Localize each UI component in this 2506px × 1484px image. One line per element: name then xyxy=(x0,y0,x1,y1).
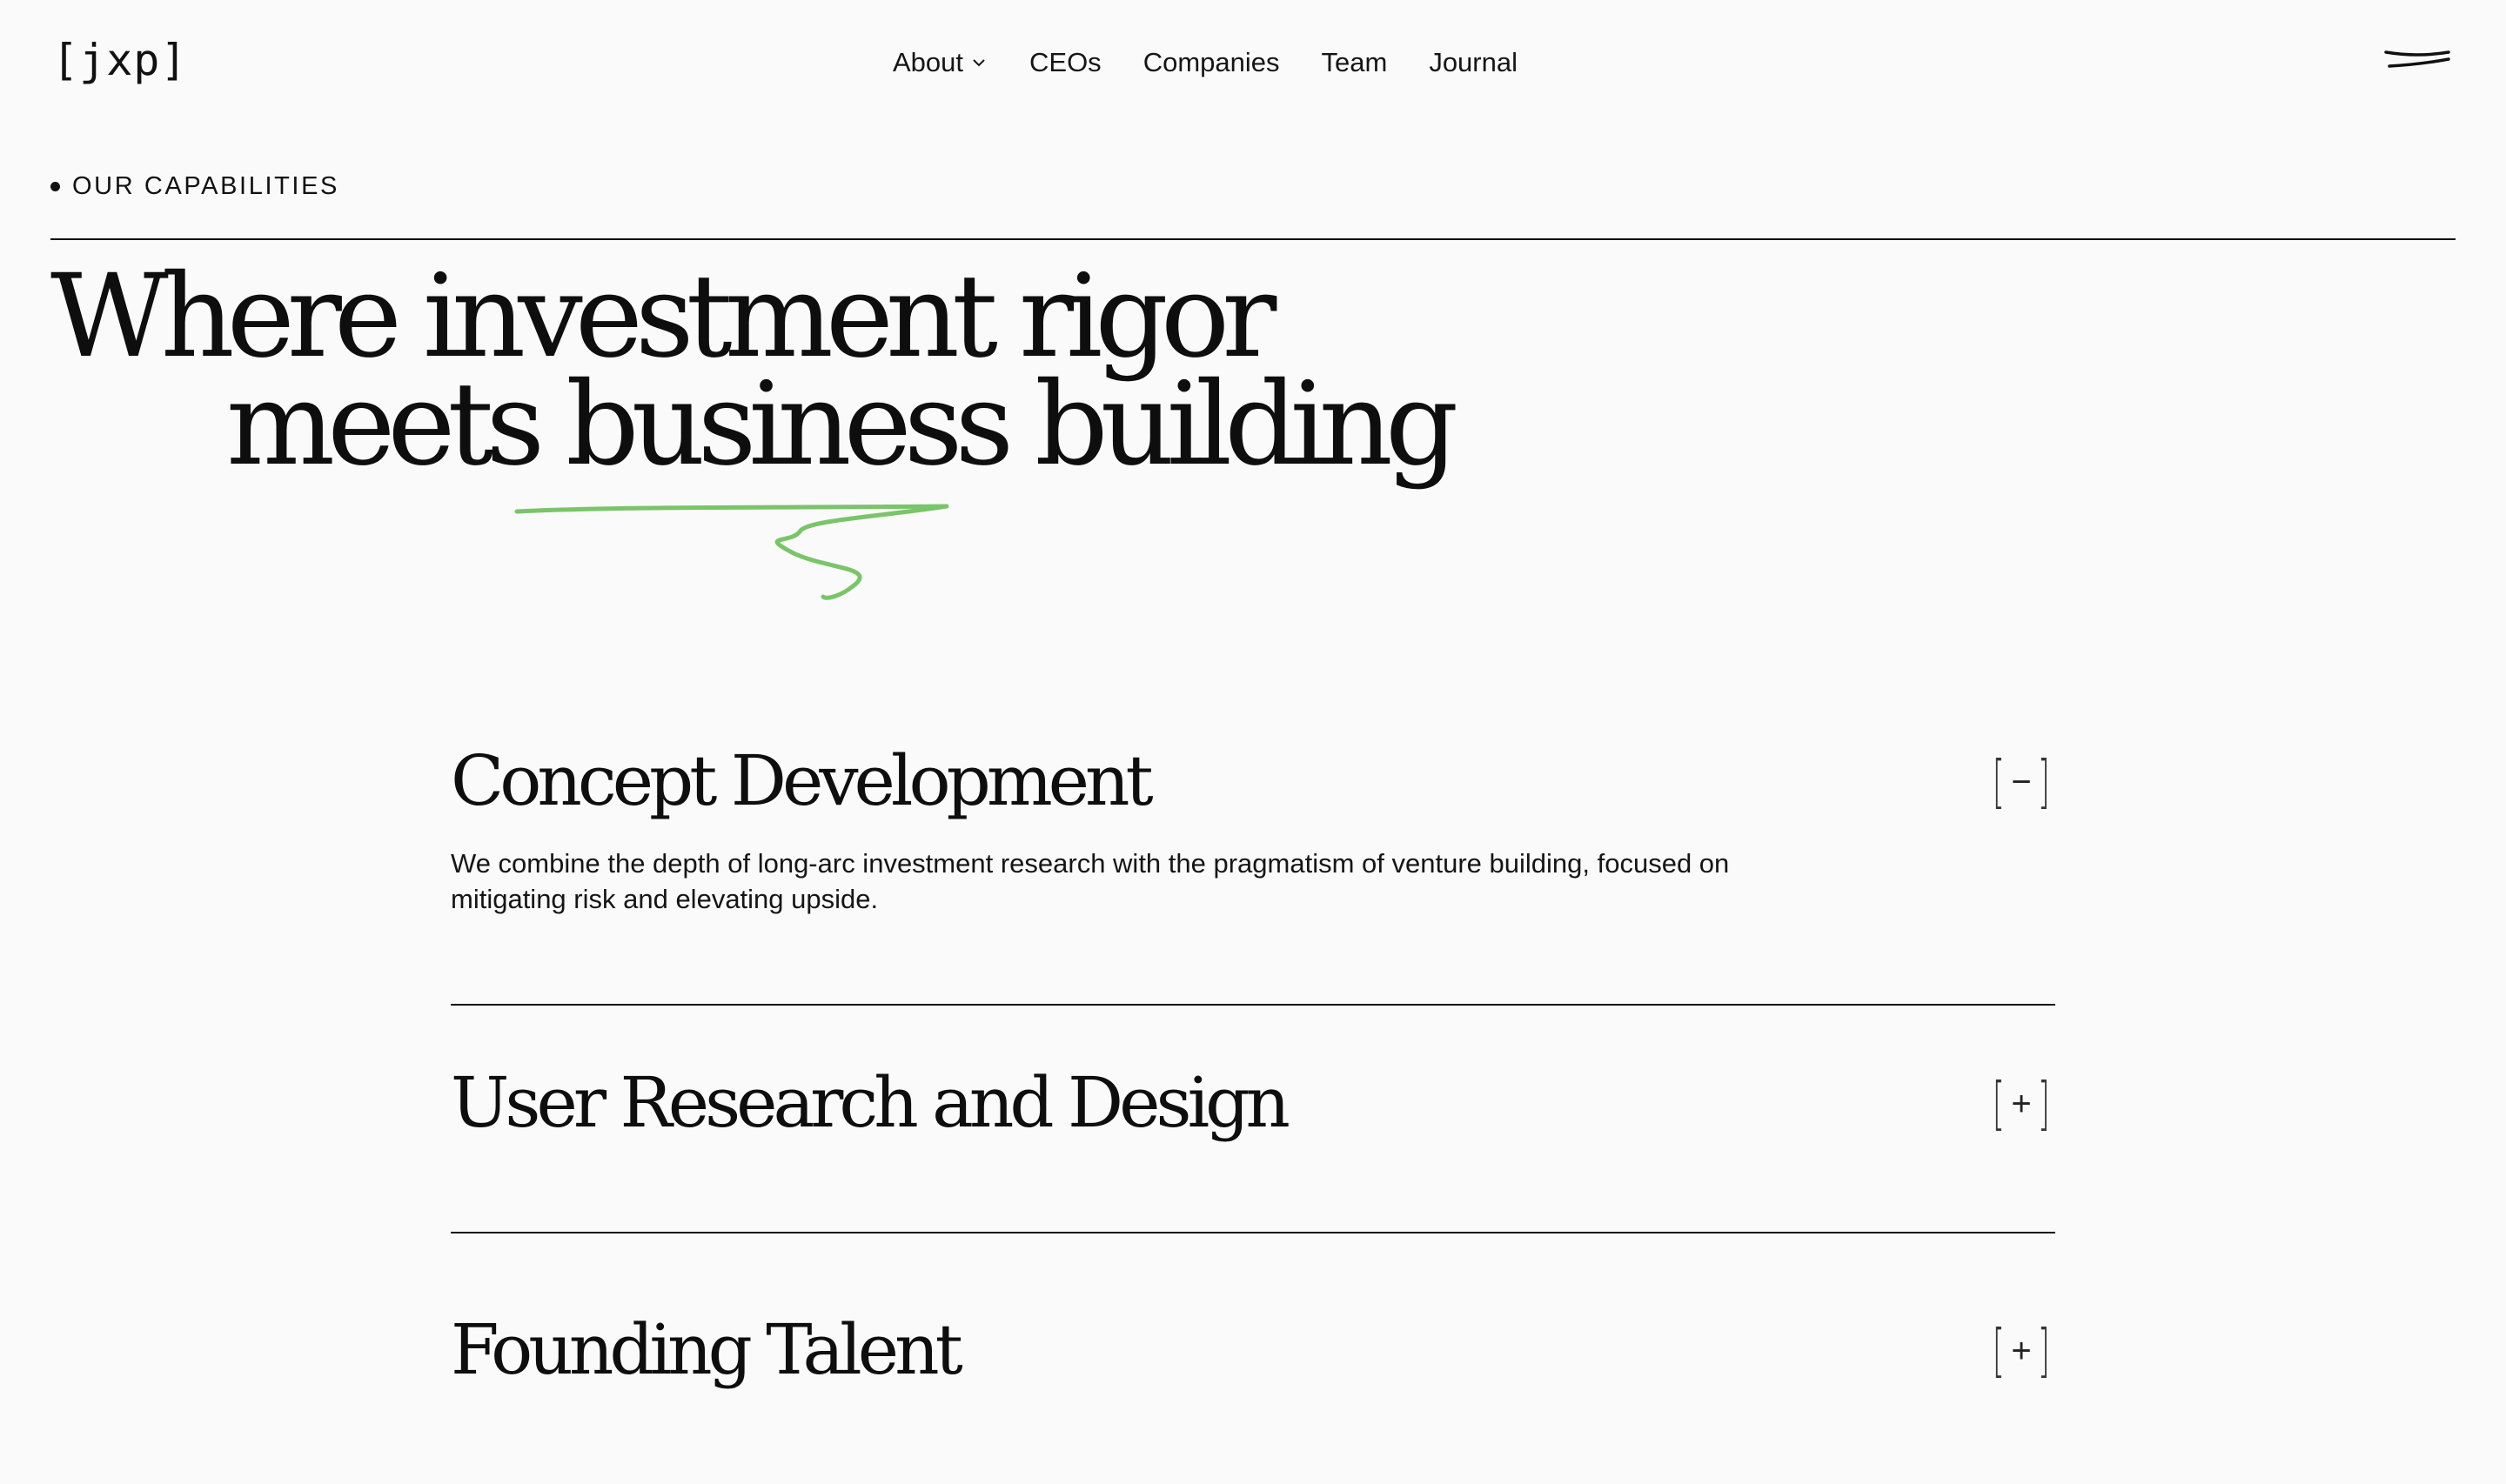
section-label-text: OUR CAPABILITIES xyxy=(72,172,339,200)
bracket-open: [ xyxy=(1992,1317,2005,1384)
nav-item-label: About xyxy=(892,47,963,77)
headline-line-1: Where investment rigor xyxy=(50,250,1276,384)
main-nav: About CEOs Companies Team Journal xyxy=(0,38,2506,87)
accordion-title[interactable]: User Research and Design xyxy=(451,1061,1290,1145)
accordion-item-concept-development: Concept Development [ − ] We combine the… xyxy=(451,713,2055,1006)
accordion-header: User Research and Design [ + ] xyxy=(451,1061,2055,1166)
bracket-open: [ xyxy=(1992,748,2005,815)
headline-line-2: meets business building xyxy=(226,358,1458,491)
nav-item-companies[interactable]: Companies xyxy=(1143,38,1280,87)
accordion-title[interactable]: Founding Talent xyxy=(451,1308,963,1392)
nav-item-team[interactable]: Team xyxy=(1322,38,1388,87)
bracket-close: ] xyxy=(2038,1317,2051,1384)
accordion-header: Founding Talent [ + ] xyxy=(451,1308,2055,1414)
capabilities-accordion: Concept Development [ − ] We combine the… xyxy=(451,713,2055,1484)
nav-item-ceos[interactable]: CEOs xyxy=(1029,38,1102,87)
accordion-item-founding-talent: Founding Talent [ + ] xyxy=(451,1233,2055,1484)
nav-item-about[interactable]: About xyxy=(893,38,988,87)
chevron-down-icon xyxy=(973,59,985,67)
accordion-item-user-research-and-design: User Research and Design [ + ] xyxy=(451,1006,2055,1233)
accordion-title[interactable]: Concept Development xyxy=(451,739,1154,823)
bracket-close: ] xyxy=(2038,748,2051,815)
nav-item-label: CEOs xyxy=(1029,47,1102,77)
nav-item-journal[interactable]: Journal xyxy=(1429,38,1518,87)
menu-lines-icon[interactable] xyxy=(2382,45,2452,77)
section-label: OUR CAPABILITIES xyxy=(50,172,339,201)
expand-toggle-button[interactable]: [ + ] xyxy=(1987,1073,2055,1134)
nav-item-label: Journal xyxy=(1429,47,1518,77)
bracket-open: [ xyxy=(1992,1070,2005,1137)
site-header: [jxp] About CEOs Companies Team Journal xyxy=(0,0,2506,122)
green-squiggle-underline xyxy=(514,504,949,600)
expand-toggle-button[interactable]: [ + ] xyxy=(1987,1320,2055,1381)
divider xyxy=(50,238,2456,240)
nav-item-label: Companies xyxy=(1142,47,1280,77)
plus-icon: + xyxy=(2011,1085,2032,1123)
bullet-dot xyxy=(50,182,60,191)
collapse-toggle-button[interactable]: [ − ] xyxy=(1987,752,2055,812)
page-headline: Where investment rigor meets business bu… xyxy=(50,250,1458,491)
plus-icon: + xyxy=(2011,1332,2032,1370)
accordion-description: We combine the depth of long-arc investm… xyxy=(451,848,1730,914)
bracket-close: ] xyxy=(2038,1070,2051,1137)
minus-icon: − xyxy=(2011,763,2032,801)
nav-item-label: Team xyxy=(1321,47,1388,77)
